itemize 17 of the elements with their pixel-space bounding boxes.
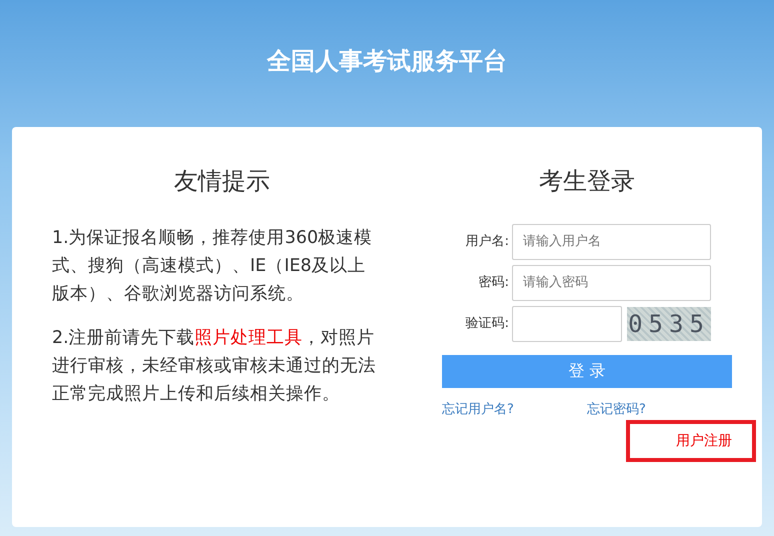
input-field[interactable]: 请输入密码 (512, 264, 711, 301)
notice-heading: 友情提示 (173, 167, 271, 196)
login-heading: 考生登录 (538, 167, 636, 196)
login-button[interactable]: 登 录 (442, 354, 732, 388)
field-label: 用户名: (464, 233, 510, 252)
notice-paragraph: 2.注册前请先下载照片处理工具，对照片进行审核，未经审核或审核未通过的无法正常完成照片上传和后续相关操作。 (52, 326, 377, 406)
field-label: 验证码: (464, 315, 510, 334)
field-label: 密码: (478, 274, 510, 292)
notice-paragraph: 1.为保证报名顺畅，推荐使用360极速模式、搜狗（高速模式）、IE（IE8及以上版本）、谷歌浏览器访问系统。 (52, 226, 374, 306)
tool-download-link[interactable]: 照片处理工具 (194, 328, 303, 348)
input-field[interactable]: 请输入用户名 (512, 224, 711, 260)
input-field[interactable] (512, 306, 622, 342)
forgot-link[interactable]: 忘记用户名? (442, 400, 587, 420)
page-title: 全国人事考试服务平台 (267, 47, 507, 76)
captcha-image[interactable]: 0535 (627, 306, 711, 341)
register-link[interactable]: 用户注册 (676, 430, 732, 452)
forgot-link[interactable]: 忘记密码? (587, 400, 732, 420)
